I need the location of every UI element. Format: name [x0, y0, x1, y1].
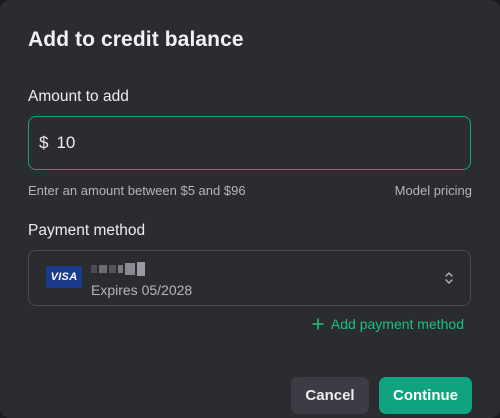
payment-method-select[interactable]: VISA Expires 05/2028: [28, 250, 471, 306]
amount-label: Amount to add: [28, 88, 129, 105]
payment-method-label: Payment method: [28, 222, 146, 239]
model-pricing-link[interactable]: Model pricing: [395, 183, 472, 198]
currency-symbol: $: [39, 133, 49, 152]
amount-hint: Enter an amount between $5 and $96: [28, 183, 246, 198]
amount-input[interactable]: [56, 133, 417, 153]
amount-field[interactable]: $: [28, 116, 471, 170]
masked-card-number: [91, 262, 155, 276]
add-payment-method-label: Add payment method: [330, 316, 464, 332]
credit-balance-dialog: Add to credit balance Amount to add $ En…: [0, 0, 500, 418]
card-expiry: Expires 05/2028: [91, 282, 193, 298]
continue-button[interactable]: Continue: [379, 377, 472, 414]
dialog-title: Add to credit balance: [28, 28, 244, 51]
visa-card-icon: VISA: [46, 266, 82, 288]
plus-icon: [312, 318, 324, 330]
add-payment-method-button[interactable]: Add payment method: [312, 316, 464, 332]
chevron-up-down-icon: [445, 272, 453, 284]
cancel-button[interactable]: Cancel: [291, 377, 369, 414]
